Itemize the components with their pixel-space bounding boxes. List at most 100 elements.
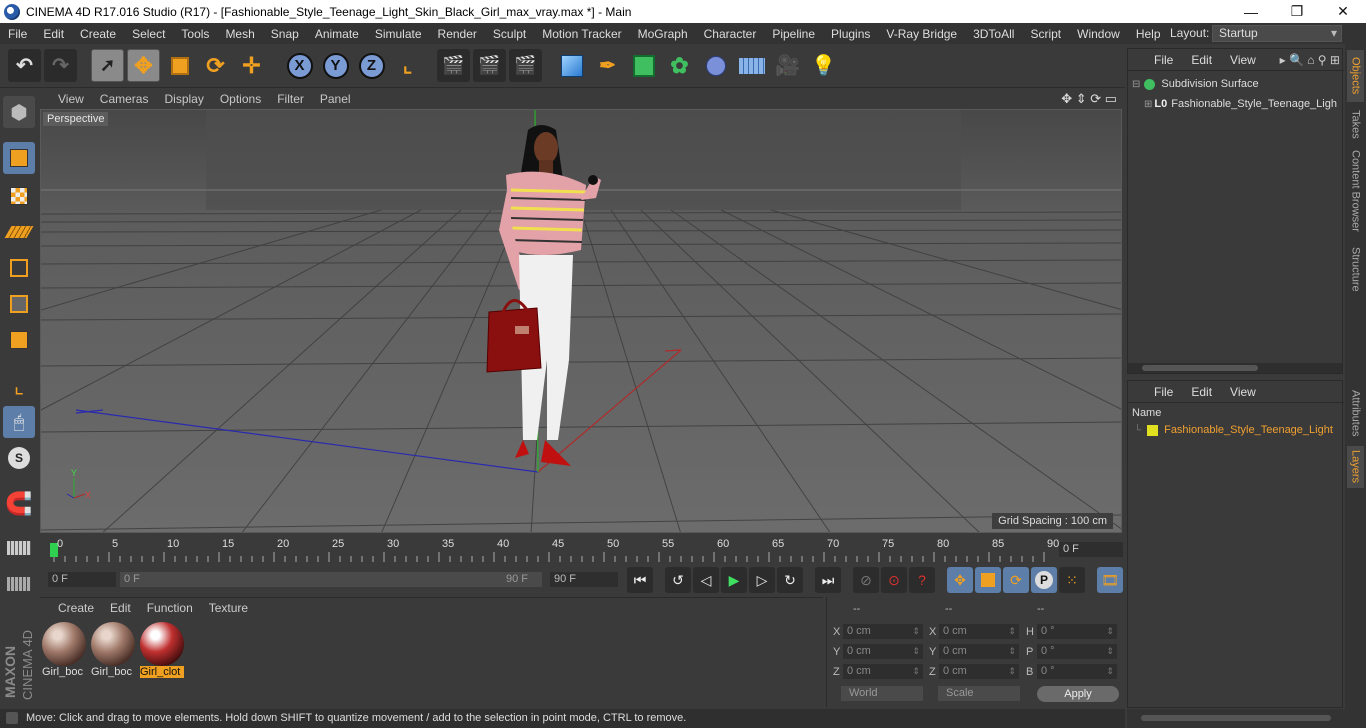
solo-grid-button[interactable]: [3, 568, 35, 600]
scale-tool-button[interactable]: [163, 49, 196, 82]
camera-label[interactable]: Perspective: [43, 112, 109, 126]
end-frame-field[interactable]: 90 F: [550, 572, 618, 587]
objects-view-menu[interactable]: View: [1221, 53, 1265, 67]
minimize-button[interactable]: —: [1228, 4, 1274, 20]
render-view-button[interactable]: 🎬: [437, 49, 470, 82]
undo-button[interactable]: ↶: [8, 49, 41, 82]
viewport-filter-menu[interactable]: Filter: [269, 92, 312, 106]
size-y-field[interactable]: 0 cm: [939, 644, 1019, 659]
maximize-button[interactable]: ❐: [1274, 3, 1320, 20]
object-row-subdivision[interactable]: ⊟ Subdivision Surface: [1132, 78, 1342, 90]
material-texture-menu[interactable]: Texture: [201, 601, 256, 615]
render-picture-viewer-button[interactable]: 🎬: [473, 49, 506, 82]
viewport-options-menu[interactable]: Options: [212, 92, 269, 106]
key-position-button[interactable]: ✥: [947, 567, 973, 593]
floor-grid-button[interactable]: [3, 532, 35, 564]
menu-select[interactable]: Select: [124, 27, 173, 41]
coordinate-mode-dropdown[interactable]: World: [841, 686, 923, 701]
previous-frame-button[interactable]: ◁: [693, 567, 719, 593]
menu-window[interactable]: Window: [1069, 27, 1128, 41]
tweak-mode-button[interactable]: 🖱: [3, 406, 35, 438]
close-button[interactable]: ✕: [1320, 3, 1366, 20]
perspective-viewport[interactable]: Y X Perspective Grid Spacing : 100 cm: [40, 109, 1122, 533]
object-row-model[interactable]: ⊞ L0 Fashionable_Style_Teenage_Ligh: [1144, 98, 1340, 110]
make-editable-button[interactable]: ⬢: [3, 96, 35, 128]
frame-range-slider[interactable]: 0 F 90 F: [120, 572, 542, 587]
menu-simulate[interactable]: Simulate: [367, 27, 430, 41]
layers-file-menu[interactable]: File: [1128, 385, 1182, 399]
timeline-ruler[interactable]: 0 5 10 15 20 25 30 35 40 45 50 55 60 65 70 75 80 85 90: [48, 538, 1059, 564]
go-to-start-button[interactable]: ⏮: [627, 567, 653, 593]
go-to-end-button[interactable]: ⏭: [815, 567, 841, 593]
layers-view-menu[interactable]: View: [1221, 385, 1265, 399]
light-object-button[interactable]: 💡: [807, 49, 840, 82]
rotation-b-field[interactable]: 0 °: [1037, 664, 1117, 679]
material-swatch[interactable]: Girl_boc: [42, 622, 86, 680]
rotation-p-field[interactable]: 0 °: [1037, 644, 1117, 659]
rotate-tool-button[interactable]: ⟳: [199, 49, 232, 82]
layout-dropdown[interactable]: Startup: [1212, 25, 1342, 42]
tab-layers[interactable]: Layers: [1347, 446, 1364, 488]
texture-mode-button[interactable]: [3, 180, 35, 212]
menu-animate[interactable]: Animate: [307, 27, 367, 41]
play-button[interactable]: ▶: [721, 567, 747, 593]
record-keys-button[interactable]: ⊘: [853, 567, 879, 593]
viewport-view-menu[interactable]: View: [40, 92, 92, 106]
menu-edit[interactable]: Edit: [35, 27, 72, 41]
menu-character[interactable]: Character: [696, 27, 765, 41]
key-pla-button[interactable]: ⁙: [1059, 567, 1085, 593]
apply-button[interactable]: Apply: [1037, 686, 1119, 702]
redo-button[interactable]: ↷: [44, 49, 77, 82]
camera-object-button[interactable]: 🎥: [771, 49, 804, 82]
timeline[interactable]: 0 5 10 15 20 25 30 35 40 45 50 55 60 65 70 75 80 85 90 0 F: [40, 535, 1125, 565]
floor-object-button[interactable]: [735, 49, 768, 82]
material-function-menu[interactable]: Function: [139, 601, 201, 615]
tab-takes[interactable]: Takes: [1347, 106, 1364, 142]
menu-help[interactable]: Help: [1128, 27, 1169, 41]
y-axis-button[interactable]: Y: [319, 49, 352, 82]
size-z-field[interactable]: 0 cm: [939, 664, 1019, 679]
material-edit-menu[interactable]: Edit: [102, 601, 139, 615]
tab-structure[interactable]: Structure: [1347, 240, 1364, 298]
objects-file-menu[interactable]: File: [1128, 53, 1182, 67]
live-select-button[interactable]: ➚: [91, 49, 124, 82]
material-swatch[interactable]: Girl_boc: [91, 622, 135, 680]
menu-3dtoall[interactable]: 3DToAll: [965, 27, 1022, 41]
render-settings-button[interactable]: 🎬: [509, 49, 542, 82]
position-z-field[interactable]: 0 cm: [843, 664, 923, 679]
menu-sculpt[interactable]: Sculpt: [485, 27, 534, 41]
menu-create[interactable]: Create: [72, 27, 124, 41]
rotation-h-field[interactable]: 0 °: [1037, 624, 1117, 639]
position-y-field[interactable]: 0 cm: [843, 644, 923, 659]
viewport-display-menu[interactable]: Display: [156, 92, 211, 106]
start-frame-field[interactable]: 0 F: [48, 572, 116, 587]
pen-spline-button[interactable]: ✒: [591, 49, 624, 82]
key-scale-button[interactable]: [975, 567, 1001, 593]
layers-scrollbar[interactable]: [1127, 709, 1366, 728]
viewport-cameras-menu[interactable]: Cameras: [92, 92, 157, 106]
axis-mode-button[interactable]: ⌞: [3, 370, 35, 402]
snap-button[interactable]: S: [3, 442, 35, 474]
point-mode-button[interactable]: [3, 252, 35, 284]
x-axis-button[interactable]: X: [283, 49, 316, 82]
previous-key-button[interactable]: ↺: [665, 567, 691, 593]
key-parameter-button[interactable]: P: [1031, 567, 1057, 593]
subdivision-button[interactable]: [627, 49, 660, 82]
tab-attributes[interactable]: Attributes: [1347, 384, 1364, 442]
timeline-window-button[interactable]: 🎞: [1097, 567, 1123, 593]
polygon-mode-button[interactable]: [3, 324, 35, 356]
menu-tools[interactable]: Tools: [173, 27, 217, 41]
mograph-cloner-button[interactable]: ✿: [663, 49, 696, 82]
autokey-button[interactable]: ⊙: [881, 567, 907, 593]
menu-snap[interactable]: Snap: [263, 27, 307, 41]
tab-objects[interactable]: Objects: [1347, 50, 1364, 102]
menu-file[interactable]: File: [0, 27, 35, 41]
menu-vray-bridge[interactable]: V-Ray Bridge: [878, 27, 965, 41]
current-frame-field[interactable]: 0 F: [1059, 542, 1123, 557]
transform-tool-button[interactable]: ✛: [235, 49, 268, 82]
material-create-menu[interactable]: Create: [40, 601, 102, 615]
menu-render[interactable]: Render: [430, 27, 485, 41]
menu-motion-tracker[interactable]: Motion Tracker: [534, 27, 629, 41]
size-x-field[interactable]: 0 cm: [939, 624, 1019, 639]
menu-pipeline[interactable]: Pipeline: [764, 27, 823, 41]
